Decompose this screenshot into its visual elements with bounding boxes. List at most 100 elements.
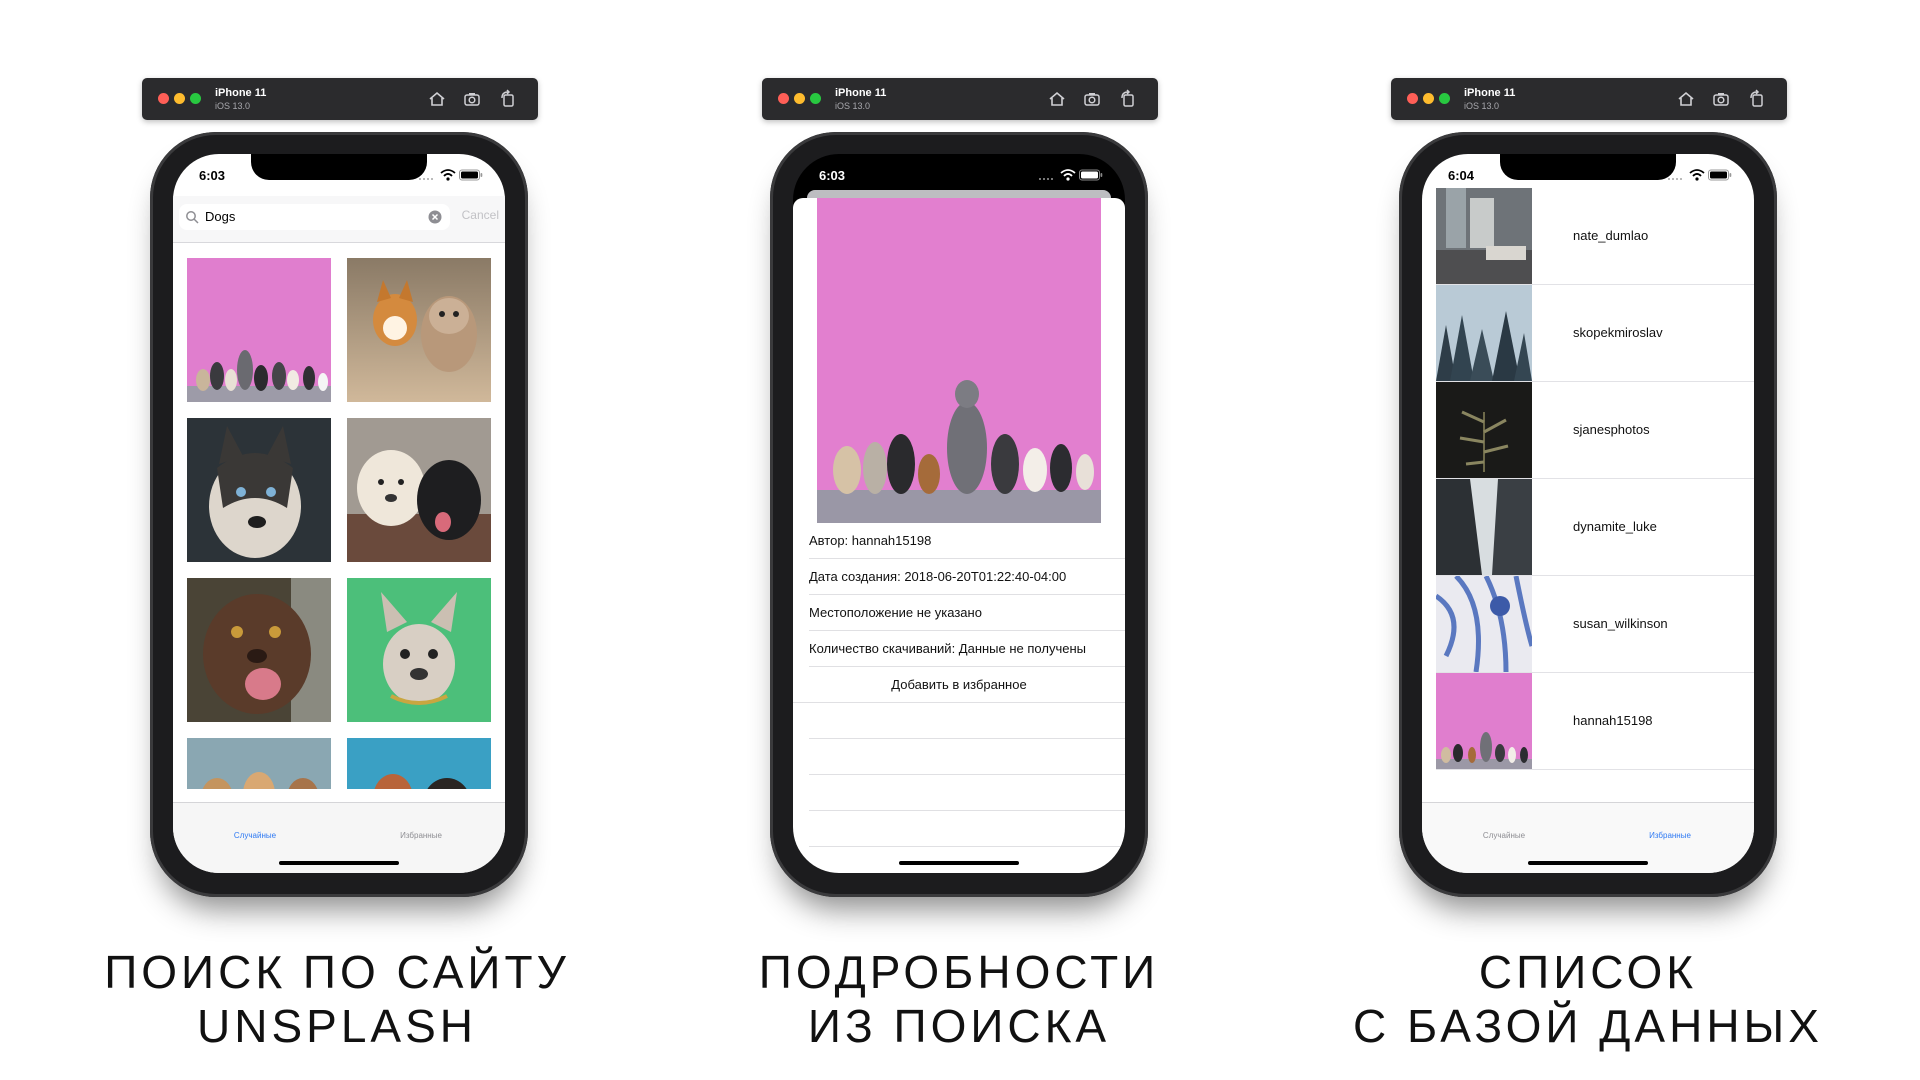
status-icons bbox=[1039, 169, 1103, 181]
screenshot-icon[interactable] bbox=[462, 89, 482, 109]
photo-thumb bbox=[1436, 673, 1532, 769]
photo-thumb bbox=[1436, 285, 1532, 381]
close-window-button[interactable] bbox=[158, 93, 169, 104]
zoom-window-button[interactable] bbox=[1439, 93, 1450, 104]
author-name: sjanesphotos bbox=[1573, 422, 1650, 437]
phone-frame-search: 6:03 Dogs Cancel Случайные Избранные bbox=[150, 132, 528, 897]
list-item[interactable]: nate_dumlao bbox=[1436, 188, 1754, 285]
search-screen: 6:03 Dogs Cancel Случайные Избранные bbox=[173, 154, 505, 873]
status-icons bbox=[1668, 169, 1732, 181]
signal-icon bbox=[1039, 178, 1053, 180]
wifi-icon bbox=[1689, 169, 1705, 181]
status-time: 6:03 bbox=[199, 168, 226, 183]
notch bbox=[871, 154, 1047, 180]
simulator-toolbar: iPhone 11 iOS 13.0 bbox=[142, 78, 538, 120]
device-name: iPhone 11 bbox=[215, 87, 267, 99]
list-item[interactable]: dynamite_luke bbox=[1436, 479, 1754, 576]
photo-thumb[interactable] bbox=[187, 738, 331, 789]
notch bbox=[251, 154, 427, 180]
photo-thumb[interactable] bbox=[347, 578, 491, 722]
os-version: iOS 13.0 bbox=[835, 101, 871, 111]
search-query: Dogs bbox=[205, 209, 236, 224]
caption-line: ПОИСК ПО САЙТУ bbox=[104, 946, 570, 998]
photo-thumb bbox=[1436, 382, 1532, 478]
device-name: iPhone 11 bbox=[1464, 87, 1516, 99]
simulator-toolbar: iPhone 11 iOS 13.0 bbox=[762, 78, 1158, 120]
battery-icon bbox=[459, 169, 483, 181]
status-time: 6:04 bbox=[1448, 168, 1475, 183]
photo-thumb[interactable] bbox=[347, 418, 491, 562]
battery-icon bbox=[1079, 169, 1103, 181]
wifi-icon bbox=[1060, 169, 1076, 181]
details-sheet: Автор: hannah15198 Дата создания: 2018-0… bbox=[793, 198, 1125, 873]
photo-grid bbox=[173, 242, 505, 789]
phone-frame-details: 6:03 Автор: hannah15198 Дата создания: 2… bbox=[770, 132, 1148, 897]
close-window-button[interactable] bbox=[778, 93, 789, 104]
empty-row bbox=[809, 703, 1125, 739]
photo-thumb[interactable] bbox=[187, 258, 331, 402]
detail-location: Местоположение не указано bbox=[809, 595, 1125, 631]
notch bbox=[1500, 154, 1676, 180]
empty-row bbox=[809, 739, 1125, 775]
status-icons bbox=[419, 169, 483, 181]
caption-details: ПОДРОБНОСТИ ИЗ ПОИСКА bbox=[659, 945, 1259, 1053]
author-name: susan_wilkinson bbox=[1573, 616, 1668, 631]
empty-row bbox=[809, 811, 1125, 847]
tab-random[interactable]: Случайные bbox=[195, 831, 315, 840]
rotate-icon[interactable] bbox=[1747, 89, 1767, 109]
zoom-window-button[interactable] bbox=[190, 93, 201, 104]
screenshot-icon[interactable] bbox=[1711, 89, 1731, 109]
screenshot-icon[interactable] bbox=[1082, 89, 1102, 109]
list-item[interactable]: hannah15198 bbox=[1436, 673, 1754, 770]
signal-icon bbox=[419, 178, 433, 180]
photo-thumb[interactable] bbox=[187, 578, 331, 722]
signal-icon bbox=[1668, 178, 1682, 180]
cancel-button[interactable]: Cancel bbox=[462, 208, 499, 222]
author-name: nate_dumlao bbox=[1573, 228, 1649, 243]
minimize-window-button[interactable] bbox=[794, 93, 805, 104]
minimize-window-button[interactable] bbox=[174, 93, 185, 104]
os-version: iOS 13.0 bbox=[1464, 101, 1500, 111]
favorites-screen: 6:04 nate_dumlao skopekmiroslav sjanesph… bbox=[1422, 154, 1754, 873]
add-to-favorites-button[interactable]: Добавить в избранное bbox=[793, 667, 1125, 703]
author-name: hannah15198 bbox=[1573, 713, 1653, 728]
photo-thumb[interactable] bbox=[347, 738, 491, 789]
photo-thumb bbox=[1436, 188, 1532, 284]
zoom-window-button[interactable] bbox=[810, 93, 821, 104]
author-name: dynamite_luke bbox=[1573, 519, 1657, 534]
home-icon[interactable] bbox=[427, 89, 447, 109]
photo-thumb[interactable] bbox=[187, 418, 331, 562]
status-time: 6:03 bbox=[819, 168, 846, 183]
device-name: iPhone 11 bbox=[835, 87, 887, 99]
details-screen: 6:03 Автор: hannah15198 Дата создания: 2… bbox=[793, 154, 1125, 873]
home-icon[interactable] bbox=[1676, 89, 1696, 109]
clear-icon[interactable] bbox=[428, 210, 442, 224]
tab-random[interactable]: Случайные bbox=[1444, 831, 1564, 840]
photo-thumb[interactable] bbox=[347, 258, 491, 402]
home-indicator bbox=[1528, 861, 1648, 865]
list-item[interactable]: susan_wilkinson bbox=[1436, 576, 1754, 673]
list-item[interactable]: skopekmiroslav bbox=[1436, 285, 1754, 382]
tab-favorites[interactable]: Избранные bbox=[361, 831, 481, 840]
home-icon[interactable] bbox=[1047, 89, 1067, 109]
search-icon bbox=[186, 211, 199, 224]
detail-author: Автор: hannah15198 bbox=[809, 523, 1125, 559]
list-item[interactable]: sjanesphotos bbox=[1436, 382, 1754, 479]
caption-line: ПОДРОБНОСТИ bbox=[758, 946, 1160, 998]
author-name: skopekmiroslav bbox=[1573, 325, 1663, 340]
home-indicator bbox=[899, 861, 1019, 865]
caption-line: UNSPLASH bbox=[197, 1000, 477, 1052]
wifi-icon bbox=[440, 169, 456, 181]
search-bar: Dogs Cancel bbox=[173, 196, 505, 243]
close-window-button[interactable] bbox=[1407, 93, 1418, 104]
rotate-icon[interactable] bbox=[1118, 89, 1138, 109]
caption-favorites: СПИСОК С БАЗОЙ ДАННЫХ bbox=[1288, 945, 1888, 1053]
battery-icon bbox=[1708, 169, 1732, 181]
search-input[interactable]: Dogs bbox=[179, 204, 450, 230]
caption-line: СПИСОК bbox=[1478, 946, 1698, 998]
tab-favorites[interactable]: Избранные bbox=[1610, 831, 1730, 840]
empty-row bbox=[809, 775, 1125, 811]
minimize-window-button[interactable] bbox=[1423, 93, 1434, 104]
photo-thumb bbox=[1436, 576, 1532, 672]
rotate-icon[interactable] bbox=[498, 89, 518, 109]
